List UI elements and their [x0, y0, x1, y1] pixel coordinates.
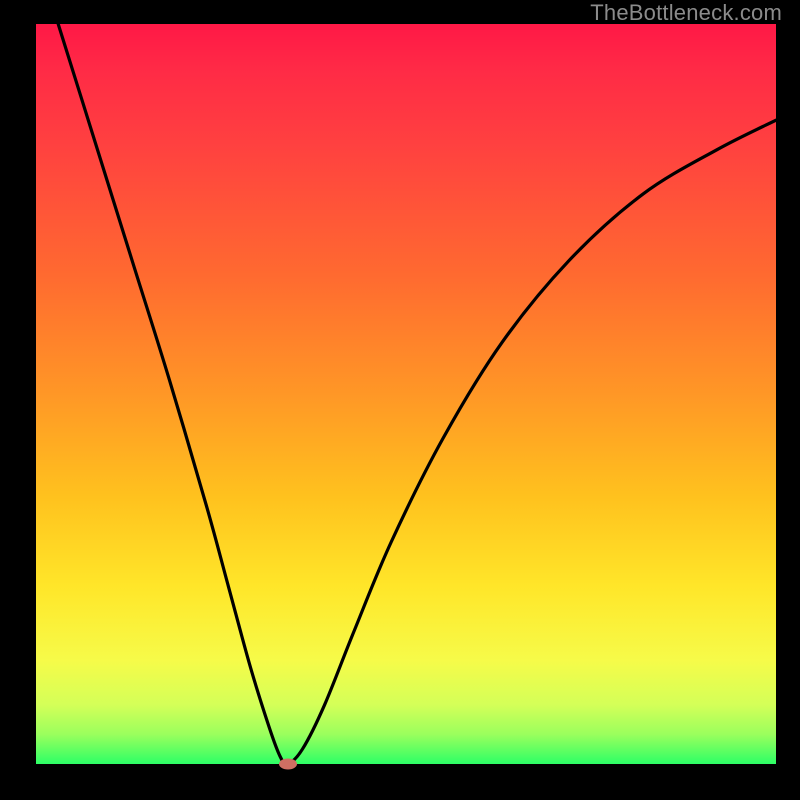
chart-frame: TheBottleneck.com — [0, 0, 800, 800]
bottleneck-curve — [58, 24, 776, 764]
curve-svg — [36, 24, 776, 764]
plot-area — [36, 24, 776, 764]
minimum-marker — [279, 759, 297, 770]
watermark-text: TheBottleneck.com — [590, 0, 782, 26]
